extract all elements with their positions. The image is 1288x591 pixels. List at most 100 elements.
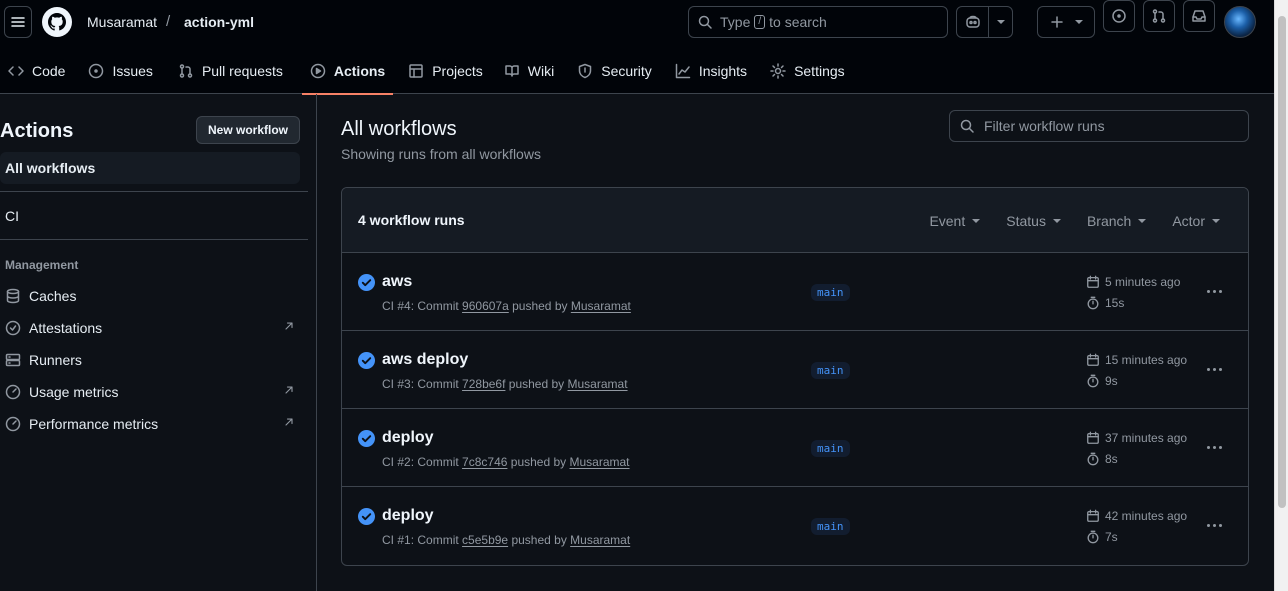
breadcrumb-repo[interactable]: action-yml	[184, 14, 254, 30]
run-duration: 8s	[1086, 452, 1118, 466]
issues-button[interactable]	[1103, 0, 1135, 32]
commit-link[interactable]: c5e5b9e	[462, 533, 508, 547]
sidebar-item-attestations[interactable]: Attestations	[5, 318, 295, 338]
kebab-horizontal-icon[interactable]	[1202, 515, 1226, 535]
git-pull-request-icon	[1152, 9, 1166, 23]
tab-settings[interactable]: Settings	[762, 55, 853, 87]
pull-requests-button[interactable]	[1143, 0, 1175, 32]
sidebar-item-performance-metrics[interactable]: Performance metrics	[5, 414, 295, 434]
repo-nav-tabs: Code Issues Pull requests Actions Projec…	[0, 55, 854, 95]
copilot-button[interactable]	[957, 7, 988, 37]
event-filter-dropdown[interactable]: Event	[929, 212, 981, 229]
sidebar-item-label: Caches	[29, 288, 77, 304]
arrow-up-right-icon	[285, 418, 293, 426]
meta-word: pushed by	[511, 533, 567, 547]
actor-link[interactable]: Musaramat	[571, 299, 631, 313]
calendar-icon	[1087, 275, 1099, 288]
copilot-icon	[965, 15, 980, 28]
run-duration: 7s	[1086, 530, 1118, 544]
sidebar-item-all-workflows[interactable]: All workflows	[0, 152, 300, 184]
run-time: 15 minutes ago	[1086, 353, 1187, 367]
filter-label: Event	[929, 212, 966, 229]
play-icon	[310, 63, 326, 79]
run-time-text: 37 minutes ago	[1105, 431, 1188, 445]
create-new-button[interactable]	[1037, 6, 1095, 38]
calendar-icon	[1087, 509, 1099, 522]
table-row[interactable]: deploy CI #1: Commit c5e5b9e pushed by M…	[342, 487, 1248, 565]
run-workflow: CI #3	[382, 377, 411, 391]
search-prefix: Type	[720, 14, 751, 30]
run-duration: 9s	[1086, 374, 1118, 388]
page-scrollbar[interactable]	[1274, 0, 1288, 591]
hamburger-icon	[11, 17, 25, 27]
sidebar-item-caches[interactable]: Caches	[5, 286, 295, 306]
commit-link[interactable]: 728be6f	[462, 377, 505, 391]
sidebar-item-usage-metrics[interactable]: Usage metrics	[5, 382, 295, 402]
table-row[interactable]: aws CI #4: Commit 960607a pushed by Musa…	[342, 253, 1248, 331]
run-duration-text: 15s	[1105, 296, 1125, 310]
search-suffix: to search	[769, 14, 827, 30]
shield-icon	[578, 63, 592, 79]
runs-filters: Event Status Branch Actor	[929, 188, 1220, 253]
tab-projects[interactable]: Projects	[400, 55, 491, 87]
tab-security[interactable]: Security	[569, 55, 660, 87]
tab-actions[interactable]: Actions	[301, 55, 394, 95]
sidebar-title: Actions	[0, 120, 74, 142]
github-logo-icon[interactable]	[41, 6, 73, 38]
run-title-link[interactable]: deploy	[382, 507, 434, 525]
actor-link[interactable]: Musaramat	[570, 455, 630, 469]
runs-count: 4 workflow runs	[358, 212, 465, 228]
new-workflow-button[interactable]: New workflow	[196, 116, 300, 144]
run-time: 42 minutes ago	[1086, 509, 1187, 523]
branch-label[interactable]: main	[811, 362, 850, 379]
menu-button[interactable]	[4, 6, 32, 38]
scrollbar-thumb[interactable]	[1278, 16, 1286, 508]
copilot-dropdown-button[interactable]	[988, 7, 1012, 37]
meta-word: Commit	[417, 455, 459, 469]
arrow-up-right-icon	[285, 322, 293, 330]
breadcrumb-owner[interactable]: Musaramat	[87, 14, 157, 30]
plus-icon	[1051, 16, 1063, 28]
chevron-down-icon	[1138, 218, 1147, 223]
inbox-button[interactable]	[1183, 0, 1215, 32]
tab-code[interactable]: Code	[0, 55, 73, 87]
table-row[interactable]: aws deploy CI #3: Commit 728be6f pushed …	[342, 331, 1248, 409]
commit-link[interactable]: 7c8c746	[462, 455, 507, 469]
branch-label[interactable]: main	[811, 284, 850, 301]
table-row[interactable]: deploy CI #2: Commit 7c8c746 pushed by M…	[342, 409, 1248, 487]
global-search-input[interactable]: Type / to search	[688, 6, 948, 38]
status-filter-dropdown[interactable]: Status	[1006, 213, 1061, 229]
tab-wiki[interactable]: Wiki	[496, 55, 562, 87]
branch-filter-dropdown[interactable]: Branch	[1086, 212, 1147, 229]
check-circle-fill-icon	[358, 274, 375, 291]
actor-link[interactable]: Musaramat	[568, 377, 628, 391]
check-circle-fill-icon	[358, 352, 375, 369]
commit-link[interactable]: 960607a	[462, 299, 509, 313]
sidebar-item-runners[interactable]: Runners	[5, 350, 295, 370]
branch-label[interactable]: main	[811, 518, 850, 535]
run-title-link[interactable]: deploy	[382, 429, 434, 447]
check-circle-fill-icon	[358, 508, 375, 525]
branch-label[interactable]: main	[811, 440, 850, 457]
kebab-horizontal-icon[interactable]	[1202, 281, 1226, 301]
avatar[interactable]	[1224, 6, 1256, 38]
sidebar-item-ci[interactable]: CI	[5, 208, 19, 224]
kebab-horizontal-icon[interactable]	[1202, 359, 1226, 379]
issue-opened-icon	[1112, 9, 1126, 23]
run-duration: 15s	[1086, 296, 1124, 310]
tab-pull-requests[interactable]: Pull requests	[170, 55, 291, 87]
kebab-horizontal-icon[interactable]	[1202, 437, 1226, 457]
run-title-link[interactable]: aws	[382, 273, 412, 291]
runs-list-header: 4 workflow runs Event Status Branch Acto…	[342, 188, 1248, 253]
filter-label: Branch	[1086, 212, 1132, 229]
run-workflow: CI #2	[382, 455, 411, 469]
run-time-text: 42 minutes ago	[1105, 509, 1188, 523]
actor-filter-dropdown[interactable]: Actor	[1172, 213, 1220, 229]
run-title-link[interactable]: aws deploy	[382, 351, 468, 369]
run-time-text: 5 minutes ago	[1105, 275, 1181, 289]
actor-link[interactable]: Musaramat	[570, 533, 630, 547]
filter-workflow-runs-input[interactable]: Filter workflow runs	[949, 110, 1249, 142]
tab-issues[interactable]: Issues	[80, 55, 160, 87]
tab-insights[interactable]: Insights	[667, 55, 755, 87]
filter-placeholder: Filter workflow runs	[984, 118, 1105, 134]
